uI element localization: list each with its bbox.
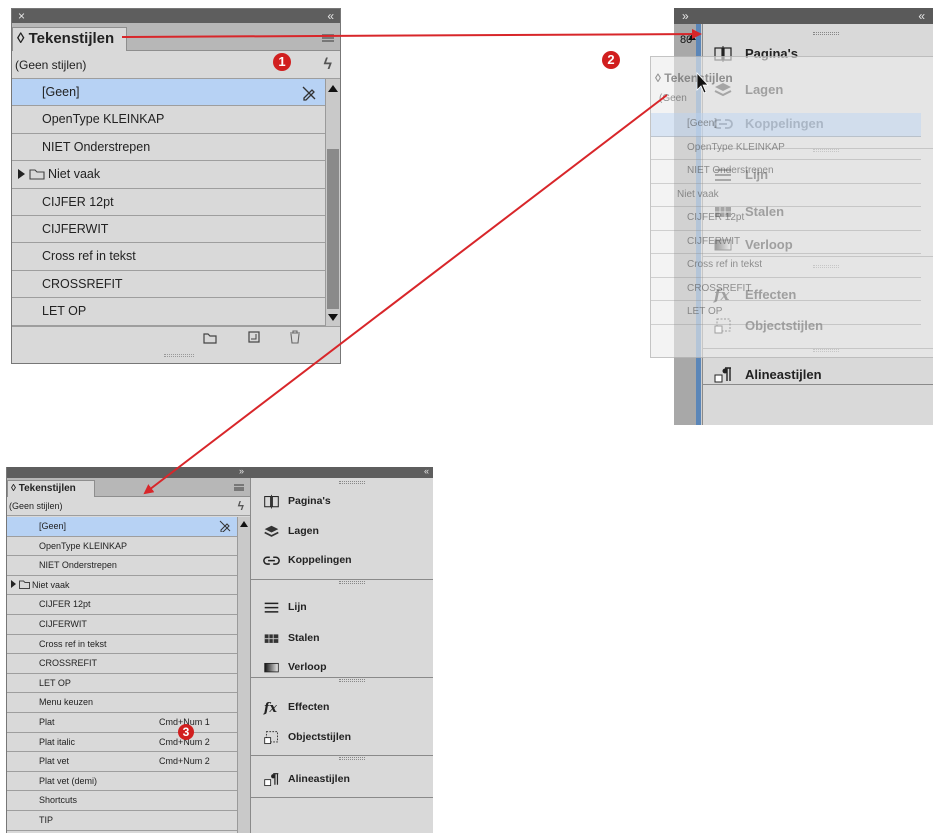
badge-step-2: 2 [602, 51, 620, 69]
arrow-tab-to-dock [121, 29, 702, 40]
badge-step-3: 3 [178, 724, 194, 740]
annotation-arrows [121, 29, 709, 495]
badge-step-1: 1 [273, 53, 291, 71]
arrow-dock-to-combined [143, 94, 668, 495]
cursor-icon [696, 71, 709, 94]
